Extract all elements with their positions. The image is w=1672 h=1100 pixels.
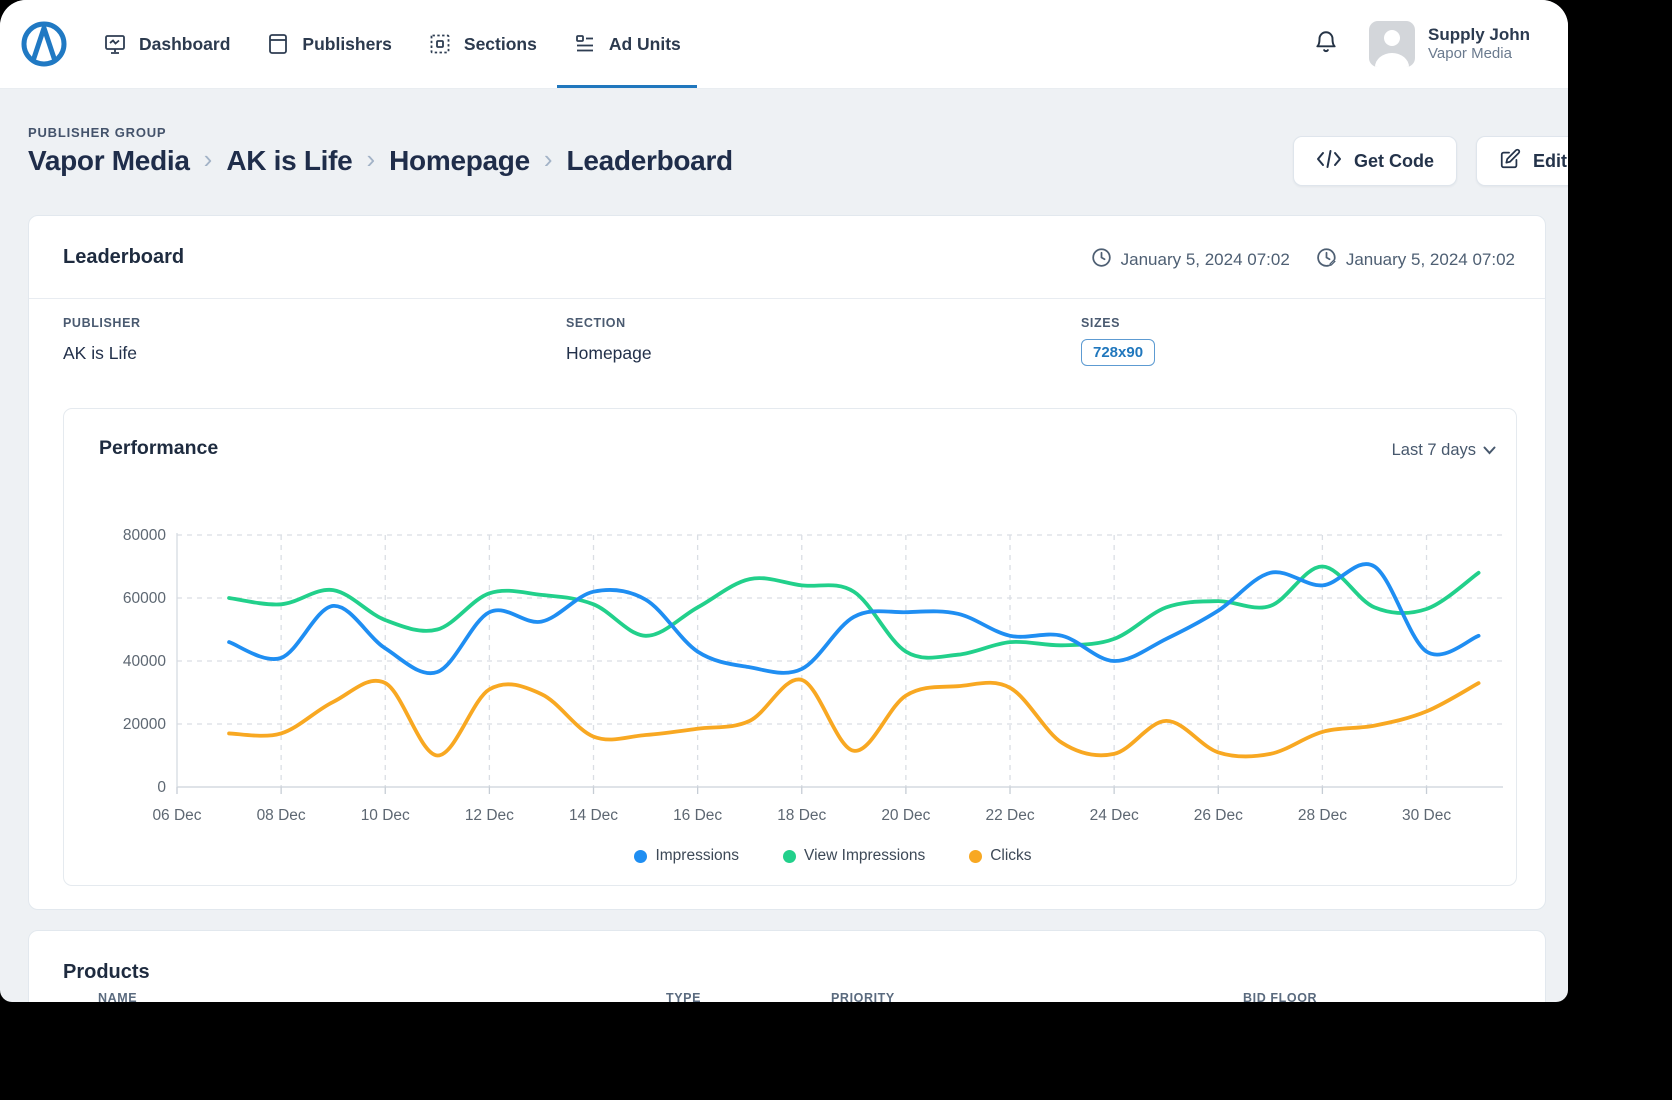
- nav-item-ad-units[interactable]: Ad Units: [573, 0, 681, 88]
- sections-icon: [428, 32, 452, 56]
- svg-text:30 Dec: 30 Dec: [1402, 807, 1451, 824]
- created-timestamp-value: January 5, 2024 07:02: [1121, 250, 1290, 270]
- app-logo[interactable]: [20, 20, 68, 68]
- edit-label: Edit: [1533, 151, 1567, 172]
- legend-item-view-impressions[interactable]: View Impressions: [783, 847, 925, 865]
- legend-label: Clicks: [990, 847, 1031, 865]
- svg-text:40000: 40000: [123, 653, 166, 670]
- publisher-value: AK is Life: [63, 343, 141, 364]
- publisher-field: PUBLISHER AK is Life: [63, 316, 141, 364]
- nav-right: Supply John Vapor Media: [1313, 0, 1568, 88]
- clock-edit-icon: [1316, 247, 1337, 273]
- svg-text:06 Dec: 06 Dec: [152, 807, 201, 824]
- nav-item-dashboard[interactable]: Dashboard: [103, 0, 230, 88]
- svg-text:28 Dec: 28 Dec: [1298, 807, 1347, 824]
- legend-item-impressions[interactable]: Impressions: [634, 847, 739, 865]
- app-window: Dashboard Publishers Sec: [0, 0, 1568, 1002]
- updated-timestamp: January 5, 2024 07:02: [1316, 247, 1515, 273]
- svg-text:10 Dec: 10 Dec: [361, 807, 410, 824]
- section-field: SECTION Homepage: [566, 316, 652, 364]
- svg-text:24 Dec: 24 Dec: [1090, 807, 1139, 824]
- created-timestamp: January 5, 2024 07:02: [1091, 247, 1290, 273]
- sizes-field: SIZES 728x90: [1081, 316, 1155, 366]
- nav-item-sections[interactable]: Sections: [428, 0, 537, 88]
- chart-legend: Impressions View Impressions Clicks: [177, 847, 1489, 865]
- edit-icon: [1499, 148, 1521, 175]
- notifications-bell-icon[interactable]: [1313, 29, 1339, 60]
- user-menu[interactable]: Supply John Vapor Media: [1428, 24, 1568, 64]
- header-actions: Get Code Edit: [1293, 136, 1568, 186]
- legend-label: Impressions: [655, 847, 739, 865]
- timestamps: January 5, 2024 07:02 January 5, 2024 07…: [1091, 247, 1515, 273]
- clock-icon: [1091, 247, 1112, 273]
- performance-chart: 06 Dec 08 Dec 10 Dec 12 Dec 14 Dec 16 Dec 18 D…: [64, 409, 1518, 887]
- nav-item-label: Sections: [464, 34, 537, 55]
- card-divider: [29, 298, 1545, 299]
- column-header-name: NAME: [98, 991, 137, 1002]
- ad-units-icon: [573, 32, 597, 56]
- edit-button[interactable]: Edit: [1476, 136, 1568, 186]
- breadcrumb-section[interactable]: Homepage: [389, 145, 530, 177]
- chevron-right-icon: ›: [544, 144, 553, 175]
- publisher-label: PUBLISHER: [63, 316, 141, 330]
- products-title: Products: [63, 961, 150, 984]
- section-label: SECTION: [566, 316, 652, 330]
- svg-text:16 Dec: 16 Dec: [673, 807, 722, 824]
- svg-text:14 Dec: 14 Dec: [569, 807, 618, 824]
- legend-item-clicks[interactable]: Clicks: [969, 847, 1031, 865]
- get-code-label: Get Code: [1354, 151, 1434, 172]
- nav-item-publishers[interactable]: Publishers: [266, 0, 391, 88]
- top-nav: Dashboard Publishers Sec: [0, 0, 1568, 89]
- nav-item-label: Publishers: [302, 34, 391, 55]
- sizes-label: SIZES: [1081, 316, 1155, 330]
- column-header-bid-floor: BID FLOOR: [1243, 991, 1317, 1002]
- nav-items: Dashboard Publishers Sec: [103, 0, 681, 88]
- legend-label: View Impressions: [804, 847, 925, 865]
- legend-dot: [783, 850, 796, 863]
- dashboard-icon: [103, 32, 127, 56]
- svg-text:0: 0: [157, 779, 166, 796]
- size-badge: 728x90: [1081, 339, 1155, 366]
- breadcrumb: Vapor Media › AK is Life › Homepage › Le…: [28, 145, 733, 177]
- user-avatar[interactable]: [1369, 21, 1415, 67]
- svg-text:08 Dec: 08 Dec: [257, 807, 306, 824]
- svg-text:20000: 20000: [123, 716, 166, 733]
- breadcrumb-ad-unit: Leaderboard: [567, 145, 733, 177]
- legend-dot: [969, 850, 982, 863]
- svg-text:22 Dec: 22 Dec: [985, 807, 1034, 824]
- person-icon: [1369, 21, 1415, 67]
- products-card: Products NAME TYPE PRIORITY BID FLOOR: [28, 930, 1546, 1002]
- publisher-group-label: PUBLISHER GROUP: [28, 125, 166, 140]
- user-name: Supply John: [1428, 24, 1568, 45]
- get-code-button[interactable]: Get Code: [1293, 136, 1457, 186]
- updated-timestamp-value: January 5, 2024 07:02: [1346, 250, 1515, 270]
- nav-item-label: Ad Units: [609, 34, 681, 55]
- products-table-header: NAME TYPE PRIORITY BID FLOOR: [29, 991, 1545, 1002]
- svg-text:60000: 60000: [123, 590, 166, 607]
- svg-text:18 Dec: 18 Dec: [777, 807, 826, 824]
- ad-unit-title: Leaderboard: [63, 246, 184, 269]
- breadcrumb-publisher-group[interactable]: Vapor Media: [28, 145, 190, 177]
- chevron-right-icon: ›: [366, 144, 375, 175]
- svg-text:12 Dec: 12 Dec: [465, 807, 514, 824]
- column-header-type: TYPE: [666, 991, 701, 1002]
- publishers-icon: [266, 32, 290, 56]
- svg-text:26 Dec: 26 Dec: [1194, 807, 1243, 824]
- code-icon: [1316, 149, 1342, 174]
- chevron-right-icon: ›: [204, 144, 213, 175]
- section-value: Homepage: [566, 343, 652, 364]
- nav-item-label: Dashboard: [139, 34, 230, 55]
- svg-text:20 Dec: 20 Dec: [881, 807, 930, 824]
- user-org: Vapor Media: [1428, 45, 1568, 64]
- logo-icon: [20, 20, 68, 68]
- performance-panel: Performance Last 7 days 06 Dec08 Dec10 D…: [63, 408, 1517, 886]
- legend-dot: [634, 850, 647, 863]
- column-header-priority: PRIORITY: [831, 991, 895, 1002]
- breadcrumb-publisher[interactable]: AK is Life: [226, 145, 352, 177]
- svg-text:80000: 80000: [123, 527, 166, 544]
- ad-unit-card: Leaderboard January 5, 2024 07:02 Janua: [28, 215, 1546, 910]
